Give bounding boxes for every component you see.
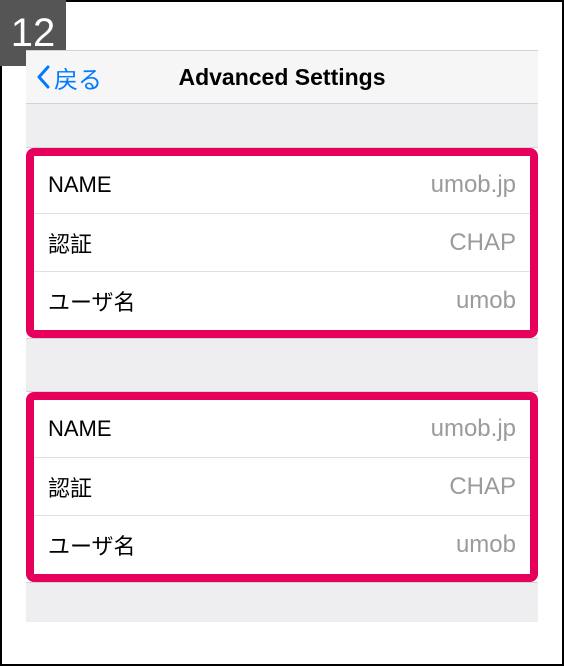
chevron-left-icon [36, 65, 50, 89]
back-button[interactable]: 戻る [36, 60, 102, 95]
row-value: CHAP [449, 229, 516, 257]
settings-group-2: NAME umob.jp 認証 CHAP ユーザ名 umob [26, 392, 538, 582]
screenshot-frame: 12 戻る Advanced Settings NAME umob.jp 認証 … [0, 0, 564, 666]
section-gap [26, 104, 538, 148]
nav-bar: 戻る Advanced Settings [26, 50, 538, 104]
step-number: 12 [11, 11, 56, 56]
back-label: 戻る [54, 60, 102, 95]
section-gap [26, 338, 538, 392]
row-label: 認証 [48, 227, 92, 259]
content-area: 戻る Advanced Settings NAME umob.jp 認証 CHA… [2, 50, 562, 622]
row-label: ユーザ名 [48, 285, 136, 317]
row-label: NAME [48, 416, 112, 442]
settings-group-1: NAME umob.jp 認証 CHAP ユーザ名 umob [26, 148, 538, 338]
row-label: ユーザ名 [48, 529, 136, 561]
row-label: NAME [48, 172, 112, 198]
setting-row[interactable]: 認証 CHAP [34, 214, 530, 272]
row-value: umob [456, 531, 516, 559]
row-value: umob.jp [431, 171, 516, 199]
setting-row[interactable]: ユーザ名 umob [34, 272, 530, 330]
row-value: umob.jp [431, 415, 516, 443]
row-label: 認証 [48, 471, 92, 503]
row-value: umob [456, 287, 516, 315]
setting-row[interactable]: ユーザ名 umob [34, 516, 530, 574]
page-title: Advanced Settings [178, 64, 385, 91]
setting-row[interactable]: 認証 CHAP [34, 458, 530, 516]
setting-row[interactable]: NAME umob.jp [34, 156, 530, 214]
setting-row[interactable]: NAME umob.jp [34, 400, 530, 458]
row-value: CHAP [449, 473, 516, 501]
bottom-gap [26, 582, 538, 622]
